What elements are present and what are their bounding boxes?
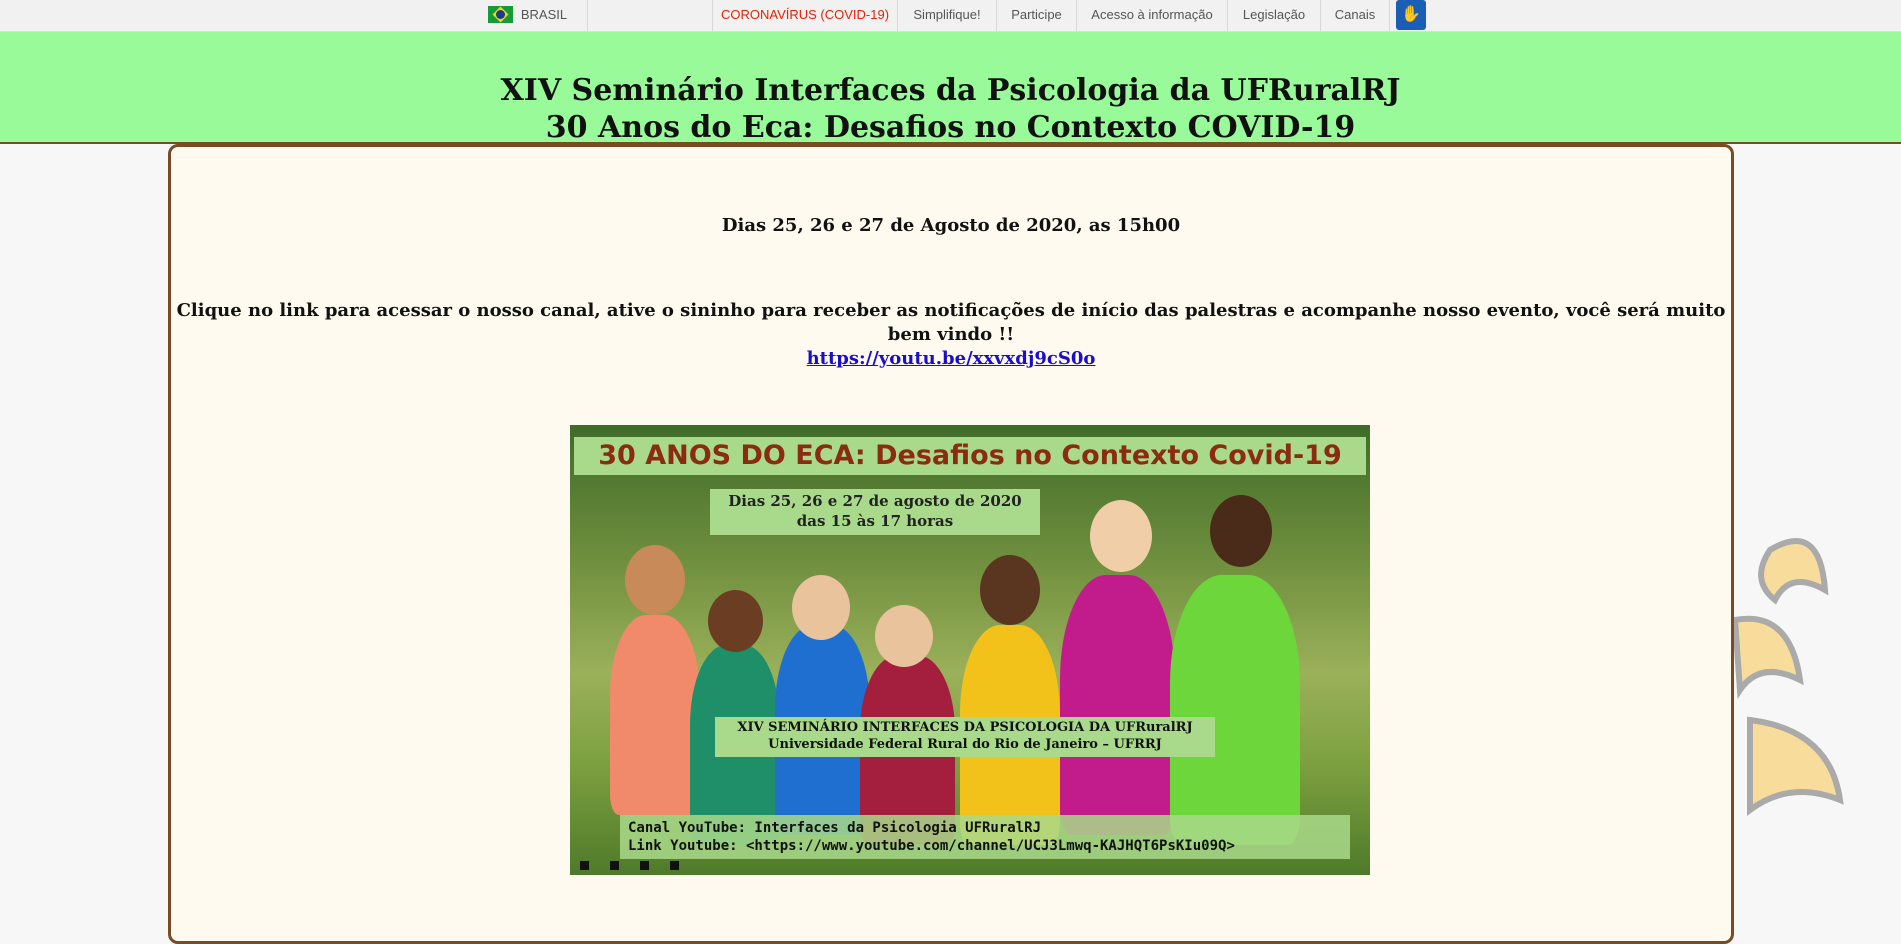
banner-channel-line-1: Canal YouTube: Interfaces da Psicologia … xyxy=(628,820,1042,836)
kid-head xyxy=(1090,500,1152,572)
carousel-dot[interactable] xyxy=(640,861,649,870)
banner-dates: Dias 25, 26 e 27 de agosto de 2020 das 1… xyxy=(710,489,1040,535)
gov-top-bar: BRASIL CORONAVÍRUS (COVID-19) Simplifiqu… xyxy=(0,0,1901,32)
carousel-dot[interactable] xyxy=(610,861,619,870)
brasil-link[interactable]: BRASIL xyxy=(468,0,588,31)
page-header: XIV Seminário Interfaces da Psicologia d… xyxy=(0,32,1901,146)
banner-seminar: XIV SEMINÁRIO INTERFACES DA PSICOLOGIA D… xyxy=(715,717,1215,757)
kid-head xyxy=(875,605,933,667)
banner-seminar-line-2: Universidade Federal Rural do Rio de Jan… xyxy=(768,737,1162,752)
legislacao-link[interactable]: Legislação xyxy=(1228,0,1321,31)
event-banner-image[interactable]: 30 ANOS DO ECA: Desafios no Contexto Cov… xyxy=(570,425,1370,875)
decorative-shell-icon xyxy=(1731,538,1844,816)
channel-message: Clique no link para acessar o nosso cana… xyxy=(171,299,1731,371)
covid-link[interactable]: CORONAVÍRUS (COVID-19) xyxy=(713,0,898,31)
brazil-flag-icon xyxy=(487,6,513,24)
carousel-dot[interactable] xyxy=(580,861,589,870)
carousel-dots xyxy=(580,855,700,874)
banner-title: 30 ANOS DO ECA: Desafios no Contexto Cov… xyxy=(574,437,1366,475)
kid-figure xyxy=(1060,575,1175,835)
kid-head xyxy=(980,555,1040,625)
participe-link[interactable]: Participe xyxy=(997,0,1077,31)
channel-message-text: Clique no link para acessar o nosso cana… xyxy=(176,300,1726,345)
banner-seminar-line-1: XIV SEMINÁRIO INTERFACES DA PSICOLOGIA D… xyxy=(737,720,1193,735)
acesso-informacao-link[interactable]: Acesso à informação xyxy=(1077,0,1228,31)
hand-sign-icon[interactable]: ✋ xyxy=(1396,0,1426,30)
carousel-dot[interactable] xyxy=(670,861,679,870)
kid-head xyxy=(1210,495,1272,567)
title-line-2: 30 Anos do Eca: Desafios no Contexto COV… xyxy=(545,110,1356,145)
kid-head xyxy=(625,545,685,615)
gov-bar-spacer xyxy=(588,0,713,31)
youtube-link[interactable]: https://youtu.be/xxvxdj9cS0o xyxy=(807,348,1096,369)
simplifique-link[interactable]: Simplifique! xyxy=(898,0,997,31)
canais-link[interactable]: Canais xyxy=(1321,0,1390,31)
kid-figure xyxy=(1170,575,1300,845)
kid-head xyxy=(708,590,763,652)
banner-channel-line-2: Link Youtube: <https://www.youtube.com/c… xyxy=(628,838,1235,854)
banner-date-line-1: Dias 25, 26 e 27 de agosto de 2020 xyxy=(728,492,1022,510)
banner-channel: Canal YouTube: Interfaces da Psicologia … xyxy=(620,815,1350,859)
page-title: XIV Seminário Interfaces da Psicologia d… xyxy=(0,32,1901,146)
event-dates: Dias 25, 26 e 27 de Agosto de 2020, as 1… xyxy=(721,215,1181,236)
title-line-1: XIV Seminário Interfaces da Psicologia d… xyxy=(500,73,1401,108)
brasil-label: BRASIL xyxy=(520,7,568,22)
kid-figure xyxy=(610,615,700,815)
banner-date-line-2: das 15 às 17 horas xyxy=(796,512,954,530)
kid-head xyxy=(792,575,850,640)
